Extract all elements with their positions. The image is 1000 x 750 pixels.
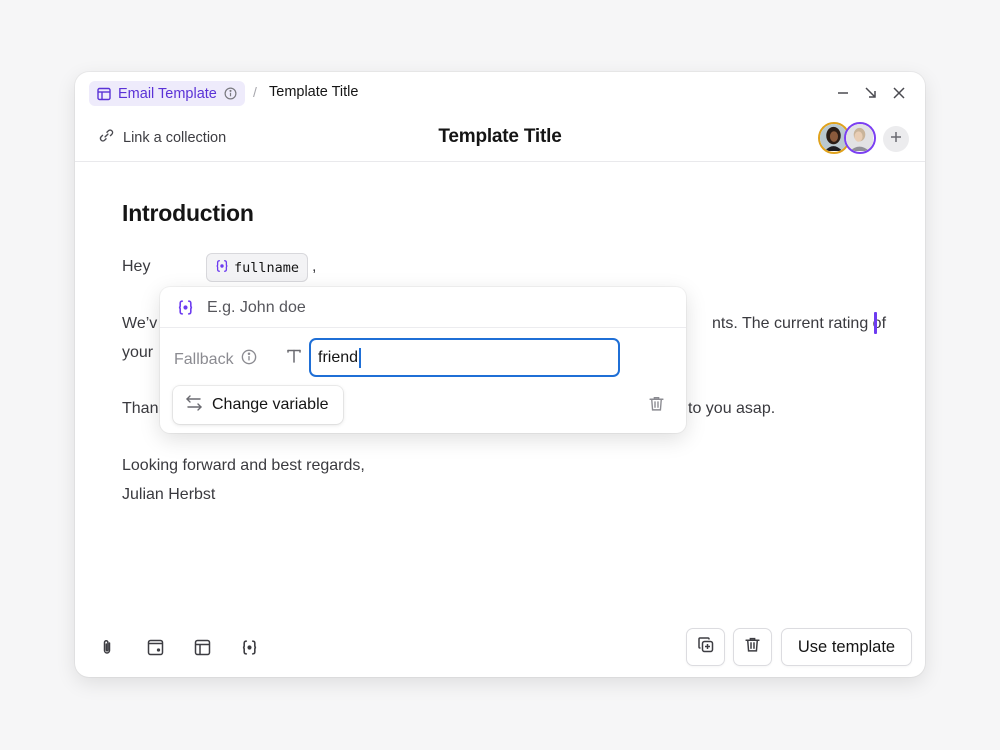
minimize-icon[interactable] [835,85,851,101]
avatar[interactable] [844,122,876,154]
fallback-value: friend [318,348,359,366]
breadcrumb-separator: / [253,84,257,100]
paragraph-1-line-2: your [122,344,154,361]
info-icon[interactable] [224,87,237,100]
greeting-suffix: , [312,258,317,275]
top-bar: Email Template / Template Title [75,72,925,114]
duplicate-button[interactable] [686,628,725,666]
close-icon[interactable] [891,85,907,101]
closing-line: Looking forward and best regards, [122,457,365,474]
editor-header: Link a collection Template Title [75,114,925,162]
text-type-icon [286,348,302,369]
fallback-input[interactable]: friend [309,338,620,377]
fallback-label: Fallback [174,349,257,370]
variable-icon [215,259,229,277]
delete-template-button[interactable] [733,628,772,666]
insert-variable-icon[interactable] [240,638,258,656]
use-template-button[interactable]: Use template [781,628,912,666]
paragraph-1-end: nts. The current rating of [712,315,887,332]
variable-placeholder-row[interactable]: E.g. John doe [160,287,686,328]
swap-icon [185,394,203,417]
plus-icon [890,130,902,148]
info-icon[interactable] [241,349,257,370]
change-variable-button[interactable]: Change variable [173,386,343,424]
variable-popover: E.g. John doe Fallback friend Change var… [160,287,686,433]
variable-name: fullname [234,259,300,276]
signature-line: Julian Herbst [122,486,216,503]
document-heading: Introduction [122,200,254,226]
breadcrumb-chip-label: Email Template [118,85,217,102]
trash-icon[interactable] [648,395,665,417]
attachment-icon[interactable] [98,638,116,656]
paragraph-1-start: We’v [122,315,158,332]
greeting-prefix: Hey [122,258,151,275]
layout-block-icon[interactable] [193,638,211,656]
template-title[interactable]: Template Title [75,126,925,148]
collapse-icon[interactable] [863,85,879,101]
trash-icon [744,636,761,658]
breadcrumb-current: Template Title [269,84,359,100]
paragraph-2-start: Than [122,400,159,417]
paragraph-2-end: to you asap. [688,400,776,417]
variable-placeholder: E.g. John doe [207,299,306,316]
fallback-label-text: Fallback [174,350,234,368]
variable-icon [177,299,194,321]
card-block-icon[interactable] [146,638,164,656]
variable-chip-fullname[interactable]: fullname [206,253,309,282]
breadcrumb-email-template[interactable]: Email Template [89,81,245,106]
duplicate-icon [697,636,715,659]
input-cursor [359,347,362,368]
change-variable-label: Change variable [212,396,329,413]
add-collaborator-button[interactable] [883,126,909,152]
text-caret [874,312,877,334]
layout-icon [97,87,111,101]
